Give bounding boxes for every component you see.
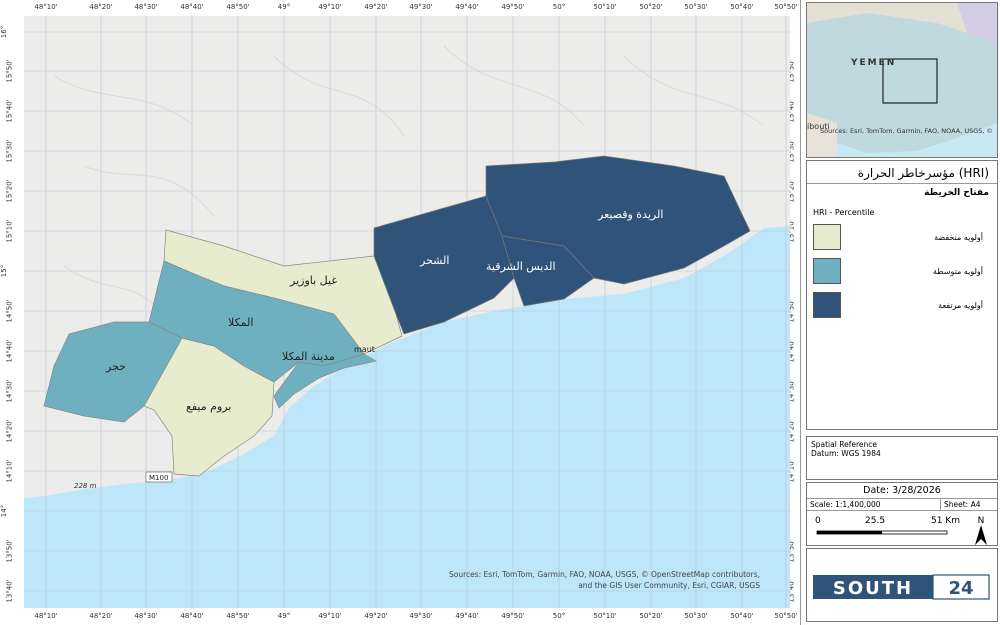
graticule-tick-label: 48°10': [34, 612, 58, 620]
graticule-tick-label: 48°30': [134, 3, 158, 11]
legend-item: أولويه متوسطة: [813, 257, 989, 285]
graticule-tick-label: 15°20': [5, 179, 14, 203]
graticule-tick-label: 50°: [552, 612, 566, 620]
district-label: الديس الشرقية: [486, 260, 556, 273]
graticule-tick-label: 49°30': [409, 612, 433, 620]
graticule-tick-label: 50°50': [774, 612, 798, 620]
graticule-tick-label: 15°30': [5, 139, 14, 163]
legend-item: أولويه منخفضة: [813, 223, 989, 251]
graticule-tick-label: 49°20': [364, 612, 388, 620]
elevation-label: 228 m: [74, 482, 97, 490]
north-label: N: [978, 516, 985, 526]
graticule-tick-label: 15°40': [5, 99, 14, 123]
district-label: المكلا: [228, 316, 253, 329]
legend-label: أولويه مرتفعة: [938, 300, 983, 310]
graticule-tick-label: 13°50': [5, 539, 14, 563]
place-fragment-label: maut: [354, 345, 375, 354]
info-panel: Date: 3/28/2026 Scale: 1:1,400,000 Sheet…: [806, 482, 998, 546]
district-label: مدينة المكلا: [282, 350, 335, 363]
map-frame: 48°10' 48°20' 48°30' 48°40' 48°50' 49° 49°10' 4…: [0, 0, 801, 625]
inset-country-label: YEMEN: [850, 58, 896, 68]
road-label: M100: [149, 474, 168, 482]
graticule-tick-label: 48°50': [226, 3, 250, 11]
legend-subtitle: مفتاح الخريطة: [924, 188, 989, 198]
legend-field: HRI - Percentile: [813, 208, 875, 217]
graticule-tick-label: 49°: [277, 612, 291, 620]
graticule-tick-label: 16°: [0, 25, 9, 39]
graticule-tick-label: 50°20': [639, 612, 663, 620]
graticule-tick-label: 49°50': [501, 3, 525, 11]
graticule-tick-label: 50°30': [684, 3, 708, 11]
south24-logo: SOUTH 24: [813, 574, 990, 600]
legend-label: أولويه متوسطة: [932, 266, 983, 276]
graticule-tick-label: 15°: [0, 264, 9, 278]
graticule-tick-label: 14°30': [5, 379, 14, 403]
sources-text-2: and the GIS User Community, Esri, CGIAR,…: [578, 581, 760, 590]
graticule-tick-label: 48°40': [180, 3, 204, 11]
graticule-tick-label: 13°40': [5, 579, 14, 603]
graticule-tick-label: 14°10': [5, 459, 14, 483]
graticule-tick-label: 15°10': [5, 219, 14, 243]
graticule-tick-label: 50°40': [730, 612, 754, 620]
graticule-tick-label: 15°50': [5, 59, 14, 83]
map-canvas[interactable]: غيل باوزير بروم ميفع المكلا حجر مدينة ال…: [24, 16, 790, 608]
graticule-tick-label: 49°50': [501, 612, 525, 620]
scale-text: Scale: 1:1,400,000: [807, 499, 941, 510]
datum-text: Datum: WGS 1984: [811, 449, 881, 458]
legend-swatch: [813, 258, 841, 284]
spatial-reference-title: Spatial Reference: [811, 440, 877, 449]
svg-text:SOUTH: SOUTH: [833, 578, 913, 599]
graticule-tick-label: 49°10': [318, 3, 342, 11]
district-label: حجر: [105, 360, 126, 373]
graticule-tick-label: 49°30': [409, 3, 433, 11]
graticule-tick-label: 48°30': [134, 612, 158, 620]
graticule-tick-label: 50°40': [730, 3, 754, 11]
graticule-tick-label: 49°40': [455, 3, 479, 11]
north-arrow-icon: [975, 525, 987, 545]
graticule-tick-label: 14°50': [5, 299, 14, 323]
graticule-tick-label: 49°: [277, 3, 291, 11]
graticule-tick-label: 14°40': [5, 339, 14, 363]
graticule-tick-label: 50°30': [684, 612, 708, 620]
district-label: الريدة وقصيعر: [597, 208, 663, 221]
graticule-tick-label: 49°20': [364, 3, 388, 11]
date-text: Date: 3/28/2026: [807, 483, 997, 499]
graticule-tick-label: 49°10': [318, 612, 342, 620]
legend-panel: مؤسرخاطر الحرارة (HRI) مفتاح الخريطة HRI…: [806, 160, 998, 430]
logo-panel: SOUTH 24: [806, 548, 998, 622]
sheet-text: Sheet: A4: [944, 500, 981, 509]
svg-text:24: 24: [948, 578, 973, 599]
legend-item: أولويه مرتفعة: [813, 291, 989, 319]
graticule-tick-label: 50°10': [593, 3, 617, 11]
graticule-tick-label: 48°50': [226, 612, 250, 620]
sources-text: Sources: Esri, TomTom, Garmin, FAO, NOAA…: [449, 570, 760, 579]
graticule-tick-label: 48°20': [89, 3, 113, 11]
scale-tick-label: 25.5: [865, 516, 885, 526]
graticule-tick-label: 48°10': [34, 3, 58, 11]
graticule-tick-label: 14°: [0, 504, 9, 518]
scale-bar: 0 25.5 51 Km N: [815, 516, 987, 545]
graticule-tick-label: 50°: [552, 3, 566, 11]
legend-label: أولويه منخفضة: [934, 232, 983, 242]
scale-tick-label: 51 Km: [931, 516, 960, 526]
graticule-tick-label: 50°10': [593, 612, 617, 620]
graticule-tick-label: 48°40': [180, 612, 204, 620]
inset-map: YEMEN ibouti Sources: Esri, TomTom, Garm…: [806, 2, 998, 158]
district-label: الشحر: [419, 254, 449, 267]
district-label: بروم ميفع: [186, 400, 231, 413]
map-title: مؤسرخاطر الحرارة (HRI): [807, 161, 997, 184]
graticule-tick-label: 50°20': [639, 3, 663, 11]
inset-sources: Sources: Esri, TomTom, Garmin, FAO, NOAA…: [820, 127, 993, 135]
legend-swatch: [813, 292, 841, 318]
graticule-tick-label: 50°50': [774, 3, 798, 11]
graticule-tick-label: 14°20': [5, 419, 14, 443]
graticule-tick-label: 49°40': [455, 612, 479, 620]
district-label: غيل باوزير: [289, 274, 337, 287]
spatial-reference: Spatial Reference Datum: WGS 1984: [806, 436, 998, 480]
legend-swatch: [813, 224, 841, 250]
graticule-tick-label: 48°20': [89, 612, 113, 620]
scale-tick-label: 0: [815, 516, 821, 526]
